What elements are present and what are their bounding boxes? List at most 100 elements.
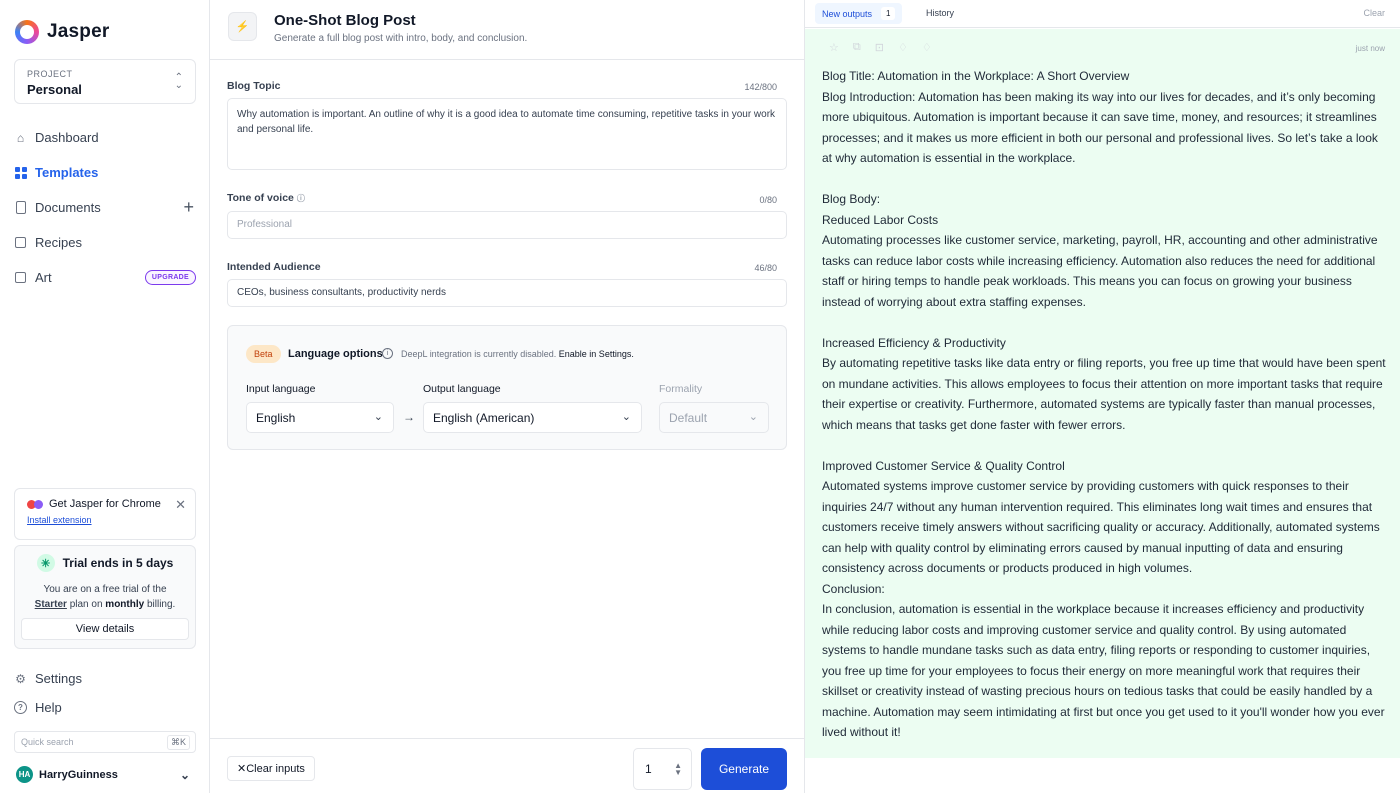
chevron-down-icon: ⌄ <box>179 767 190 782</box>
chevron-updown-icon: ⌃ ⌄ <box>174 72 183 91</box>
template-header: ⚡ One-Shot Blog Post Generate a full blo… <box>210 0 804 60</box>
star-icon[interactable]: ☆ <box>829 41 839 54</box>
stepper-arrows-icon: ▲ ▼ <box>674 761 682 777</box>
tone-of-voice-input[interactable]: Professional <box>227 211 787 239</box>
info-icon[interactable]: i <box>382 348 393 359</box>
quantity-stepper[interactable]: 1 ▲ ▼ <box>633 748 692 790</box>
arrow-right-icon: → <box>403 410 415 424</box>
tone-of-voice-label: Tone of voice ⓘ <box>227 192 305 204</box>
quick-search-placeholder: Quick search <box>21 737 74 747</box>
formality-select[interactable]: Default ⌄ <box>659 402 769 433</box>
thumbs-down-icon[interactable]: ♢ <box>922 41 932 54</box>
copy-icon[interactable]: ⧉ <box>853 41 861 54</box>
close-icon[interactable]: ✕ <box>175 497 186 513</box>
enable-settings-link[interactable]: Enable in Settings. <box>559 349 634 359</box>
tab-new-outputs[interactable]: New outputs 1 <box>815 3 903 24</box>
sidebar-item-templates[interactable]: Templates <box>14 155 196 190</box>
blog-topic-counter: 142/800 <box>744 82 777 92</box>
sidebar-item-documents[interactable]: Documents + <box>14 190 196 225</box>
sidebar-item-label: Settings <box>35 671 82 686</box>
form-footer: ✕Clear inputs 1 ▲ ▼ Generate <box>210 738 804 793</box>
chrome-extension-promo: Get Jasper for Chrome ✕ Install extensio… <box>14 488 196 540</box>
blog-topic-textarea[interactable]: Why automation is important. An outline … <box>227 98 787 170</box>
chevron-down-icon: ⌄ <box>373 411 383 423</box>
app-name: Jasper <box>47 21 110 42</box>
output-paragraph: Blog Title: Automation in the Workplace:… <box>822 69 1130 83</box>
sidebar-item-label: Documents <box>35 200 101 215</box>
output-paragraph: Blog Body: <box>822 192 881 206</box>
output-timestamp: just now <box>1355 44 1385 53</box>
close-icon: ✕ <box>237 763 247 775</box>
output-language-label: Output language <box>423 383 501 395</box>
input-language-select[interactable]: English ⌄ <box>246 402 394 433</box>
input-language-label: Input language <box>246 383 316 395</box>
sidebar: Jasper PROJECT Personal ⌃ ⌄ ⌂ Dashboard T… <box>0 0 210 793</box>
jasper-logo-icon <box>15 20 39 44</box>
gear-icon: ⚙ <box>15 671 26 686</box>
terminal-icon <box>14 236 27 249</box>
tab-history[interactable]: History <box>926 8 954 18</box>
output-paragraph: Automated systems improve customer servi… <box>822 479 1380 575</box>
output-paragraph: Blog Introduction: Automation has been m… <box>822 89 1378 166</box>
output-paragraph: By automating repetitive tasks like data… <box>822 356 1386 432</box>
output-count-badge: 1 <box>881 7 896 20</box>
bottom-nav: ⚙ Settings ? Help <box>14 664 196 722</box>
grid-icon <box>14 166 27 179</box>
output-paragraph: Reduced Labor Costs <box>822 212 939 227</box>
help-icon: ? <box>14 701 27 714</box>
chrome-jasper-icon <box>27 499 43 509</box>
shortcut-badge: ⌘K <box>166 735 190 750</box>
output-paragraph: Automating processes like customer servi… <box>822 233 1378 309</box>
project-selector[interactable]: PROJECT Personal ⌃ ⌄ <box>14 59 196 104</box>
output-actions: ☆ ⧉ ⊡ ♢ ♢ <box>829 41 932 54</box>
avatar: HA <box>16 766 33 783</box>
sidebar-item-label: Art <box>35 270 52 285</box>
sidebar-item-settings[interactable]: ⚙ Settings <box>14 664 196 693</box>
blog-topic-label: Blog Topic <box>227 80 281 92</box>
sidebar-item-art[interactable]: Art UPGRADE <box>14 260 196 295</box>
project-name: Personal <box>27 82 82 97</box>
template-title: One-Shot Blog Post <box>274 12 416 29</box>
audience-input[interactable]: CEOs, business consultants, productivity… <box>227 279 787 307</box>
logo[interactable]: Jasper <box>15 20 109 44</box>
user-name: HarryGuinness <box>39 768 118 781</box>
install-extension-link[interactable]: Install extension <box>27 515 183 525</box>
clear-inputs-button[interactable]: ✕Clear inputs <box>227 756 315 781</box>
outputs-panel: New outputs 1 History Clear ☆ ⧉ ⊡ ♢ ♢ ju… <box>805 0 1400 793</box>
output-language-select[interactable]: English (American) ⌄ <box>423 402 642 433</box>
save-icon[interactable]: ⊡ <box>875 41 884 54</box>
lightning-icon: ⚡ <box>228 12 257 41</box>
sidebar-item-label: Dashboard <box>35 130 99 145</box>
clear-outputs-button[interactable]: Clear <box>1363 8 1385 18</box>
template-form-panel: ⚡ One-Shot Blog Post Generate a full blo… <box>210 0 805 793</box>
add-document-icon[interactable]: + <box>183 197 194 218</box>
view-details-button[interactable]: View details <box>21 618 189 640</box>
sidebar-item-dashboard[interactable]: ⌂ Dashboard <box>14 120 196 155</box>
output-text: Blog Title: Automation in the Workplace:… <box>822 66 1387 743</box>
chevron-down-icon: ⌄ <box>621 411 631 423</box>
output-paragraph: Conclusion: <box>822 581 885 596</box>
output-paragraph: In conclusion, automation is essential i… <box>822 602 1385 739</box>
sidebar-item-help[interactable]: ? Help <box>14 693 196 722</box>
sidebar-item-recipes[interactable]: Recipes <box>14 225 196 260</box>
language-options-title: Language options <box>288 348 383 360</box>
chevron-down-icon: ⌄ <box>748 411 758 423</box>
trial-description: You are on a free trial of the Starter p… <box>34 584 176 610</box>
home-icon: ⌂ <box>16 130 25 145</box>
billing-period: monthly <box>105 599 145 610</box>
generate-button[interactable]: Generate <box>701 748 787 790</box>
outputs-tabs: New outputs 1 History Clear <box>805 0 1400 28</box>
upgrade-badge[interactable]: UPGRADE <box>144 270 196 285</box>
output-paragraph: Increased Efficiency & Productivity <box>822 335 1006 350</box>
deepl-note: DeepL integration is currently disabled.… <box>401 349 634 359</box>
user-menu[interactable]: HA HarryGuinness ⌄ <box>16 766 192 783</box>
project-label: PROJECT <box>27 69 73 79</box>
thumbs-up-icon[interactable]: ♢ <box>898 41 908 54</box>
quick-search-input[interactable]: Quick search ⌘K <box>14 731 196 753</box>
audience-label: Intended Audience <box>227 261 321 273</box>
audience-counter: 46/80 <box>754 263 777 273</box>
output-card: ☆ ⧉ ⊡ ♢ ♢ just now Blog Title: Automatio… <box>805 29 1400 758</box>
image-icon <box>14 271 27 284</box>
